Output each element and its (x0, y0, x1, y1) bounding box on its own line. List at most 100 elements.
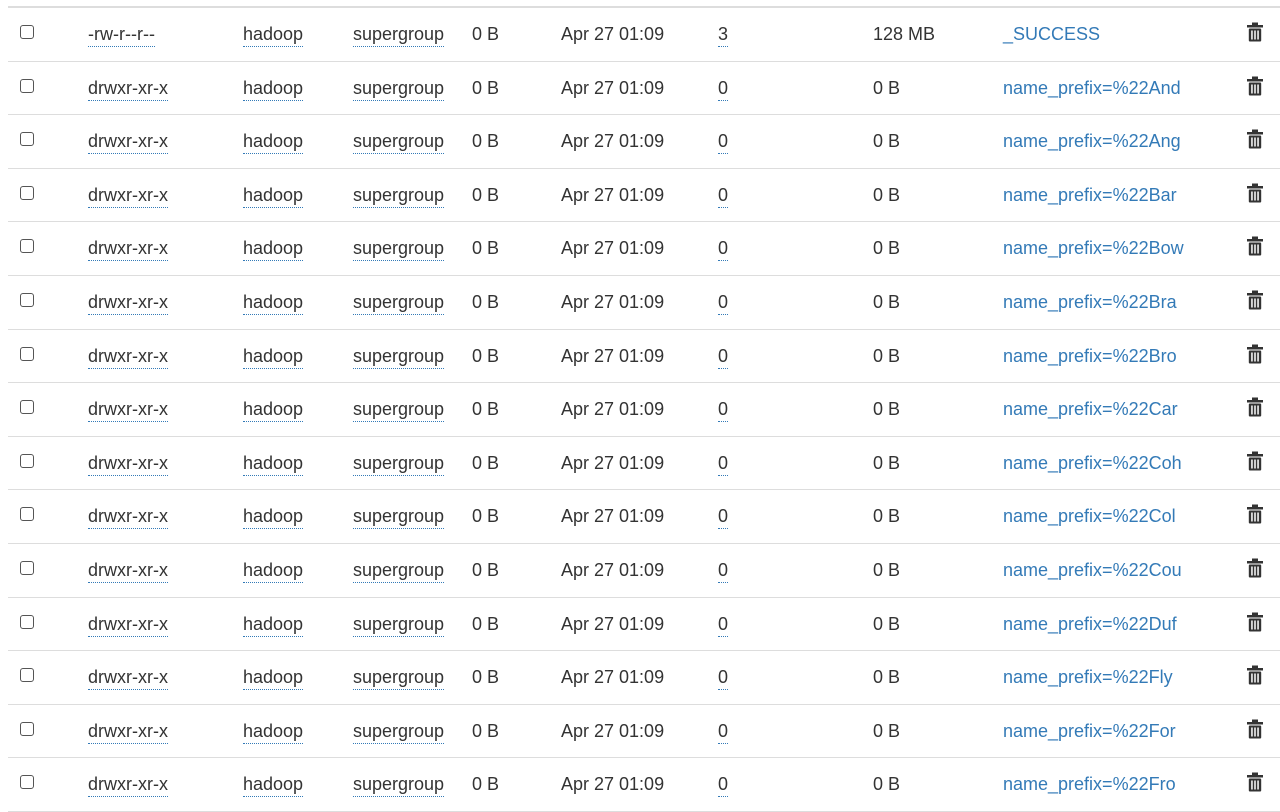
trash-icon[interactable] (1246, 183, 1264, 203)
owner-cell[interactable]: hadoop (243, 613, 304, 637)
permission-cell[interactable]: drwxr-xr-x (88, 345, 168, 369)
row-select-checkbox[interactable] (20, 614, 34, 629)
group-cell[interactable]: supergroup (353, 237, 445, 262)
file-name-link[interactable]: name_prefix=%22And (1003, 77, 1181, 99)
group-cell[interactable]: supergroup (353, 559, 445, 583)
permission-cell[interactable]: drwxr-xr-x (88, 720, 168, 744)
trash-icon[interactable] (1246, 344, 1264, 364)
row-select-checkbox[interactable] (20, 453, 34, 468)
replication-cell[interactable]: 0 (718, 613, 729, 637)
owner-cell[interactable]: hadoop (243, 398, 304, 423)
file-name-link[interactable]: name_prefix=%22Coh (1003, 452, 1182, 474)
row-select-checkbox[interactable] (20, 132, 34, 147)
trash-icon[interactable] (1246, 719, 1264, 739)
trash-icon[interactable] (1246, 236, 1264, 256)
permission-cell[interactable]: -rw-r--r-- (88, 23, 155, 47)
replication-cell[interactable]: 0 (718, 505, 729, 530)
permission-cell[interactable]: drwxr-xr-x (88, 773, 168, 798)
replication-cell[interactable]: 0 (718, 398, 729, 423)
row-select-checkbox[interactable] (20, 721, 34, 736)
permission-cell[interactable]: drwxr-xr-x (88, 291, 168, 315)
group-cell[interactable]: supergroup (353, 184, 445, 208)
row-select-checkbox[interactable] (20, 507, 34, 522)
replication-cell[interactable]: 0 (718, 559, 729, 583)
group-cell[interactable]: supergroup (353, 345, 445, 369)
trash-icon[interactable] (1246, 22, 1264, 42)
permission-cell[interactable]: drwxr-xr-x (88, 505, 168, 530)
permission-cell[interactable]: drwxr-xr-x (88, 559, 168, 583)
permission-cell[interactable]: drwxr-xr-x (88, 77, 168, 101)
replication-cell[interactable]: 0 (718, 130, 729, 155)
trash-icon[interactable] (1246, 129, 1264, 149)
permission-cell[interactable]: drwxr-xr-x (88, 613, 168, 637)
group-cell[interactable]: supergroup (353, 452, 445, 476)
group-cell[interactable]: supergroup (353, 130, 445, 155)
file-name-link[interactable]: name_prefix=%22Bra (1003, 291, 1177, 313)
trash-icon[interactable] (1246, 397, 1264, 417)
permission-cell[interactable]: drwxr-xr-x (88, 237, 168, 262)
group-cell[interactable]: supergroup (353, 773, 445, 798)
owner-cell[interactable]: hadoop (243, 237, 304, 262)
owner-cell[interactable]: hadoop (243, 452, 304, 476)
file-name-link[interactable]: name_prefix=%22For (1003, 720, 1176, 742)
replication-cell[interactable]: 0 (718, 291, 729, 315)
row-select-checkbox[interactable] (20, 668, 34, 683)
owner-cell[interactable]: hadoop (243, 505, 304, 530)
permission-cell[interactable]: drwxr-xr-x (88, 452, 168, 476)
file-name-link[interactable]: name_prefix=%22Bar (1003, 184, 1177, 206)
owner-cell[interactable]: hadoop (243, 773, 304, 798)
row-select-checkbox[interactable] (20, 78, 34, 93)
trash-icon[interactable] (1246, 504, 1264, 524)
row-select-checkbox[interactable] (20, 775, 34, 790)
file-name-link[interactable]: name_prefix=%22Duf (1003, 613, 1177, 635)
permission-cell[interactable]: drwxr-xr-x (88, 398, 168, 423)
replication-cell[interactable]: 0 (718, 77, 729, 101)
trash-icon[interactable] (1246, 665, 1264, 685)
row-select-checkbox[interactable] (20, 560, 34, 575)
row-select-checkbox[interactable] (20, 346, 34, 361)
replication-cell[interactable]: 0 (718, 345, 729, 369)
file-name-link[interactable]: name_prefix=%22Ang (1003, 130, 1181, 152)
replication-cell[interactable]: 0 (718, 666, 729, 691)
owner-cell[interactable]: hadoop (243, 291, 304, 315)
group-cell[interactable]: supergroup (353, 613, 445, 637)
owner-cell[interactable]: hadoop (243, 345, 304, 369)
file-name-link[interactable]: _SUCCESS (1003, 23, 1100, 45)
replication-cell[interactable]: 3 (718, 23, 729, 47)
row-select-checkbox[interactable] (20, 25, 34, 39)
replication-cell[interactable]: 0 (718, 184, 729, 208)
trash-icon[interactable] (1246, 612, 1264, 632)
trash-icon[interactable] (1246, 558, 1264, 578)
trash-icon[interactable] (1246, 76, 1264, 96)
owner-cell[interactable]: hadoop (243, 77, 304, 101)
group-cell[interactable]: supergroup (353, 666, 445, 691)
owner-cell[interactable]: hadoop (243, 666, 304, 691)
owner-cell[interactable]: hadoop (243, 23, 304, 47)
group-cell[interactable]: supergroup (353, 398, 445, 423)
permission-cell[interactable]: drwxr-xr-x (88, 184, 168, 208)
row-select-checkbox[interactable] (20, 239, 34, 254)
trash-icon[interactable] (1246, 451, 1264, 471)
owner-cell[interactable]: hadoop (243, 720, 304, 744)
file-name-link[interactable]: name_prefix=%22Bro (1003, 345, 1177, 367)
replication-cell[interactable]: 0 (718, 773, 729, 798)
file-name-link[interactable]: name_prefix=%22Bow (1003, 237, 1184, 259)
replication-cell[interactable]: 0 (718, 452, 729, 476)
owner-cell[interactable]: hadoop (243, 184, 304, 208)
file-name-link[interactable]: name_prefix=%22Fro (1003, 773, 1176, 795)
row-select-checkbox[interactable] (20, 185, 34, 200)
row-select-checkbox[interactable] (20, 400, 34, 415)
permission-cell[interactable]: drwxr-xr-x (88, 130, 168, 155)
trash-icon[interactable] (1246, 772, 1264, 792)
owner-cell[interactable]: hadoop (243, 559, 304, 583)
row-select-checkbox[interactable] (20, 292, 34, 307)
replication-cell[interactable]: 0 (718, 720, 729, 744)
trash-icon[interactable] (1246, 290, 1264, 310)
file-name-link[interactable]: name_prefix=%22Cou (1003, 559, 1182, 581)
group-cell[interactable]: supergroup (353, 23, 445, 47)
file-name-link[interactable]: name_prefix=%22Col (1003, 505, 1176, 527)
group-cell[interactable]: supergroup (353, 720, 445, 744)
group-cell[interactable]: supergroup (353, 291, 445, 315)
group-cell[interactable]: supergroup (353, 505, 445, 530)
owner-cell[interactable]: hadoop (243, 130, 304, 155)
